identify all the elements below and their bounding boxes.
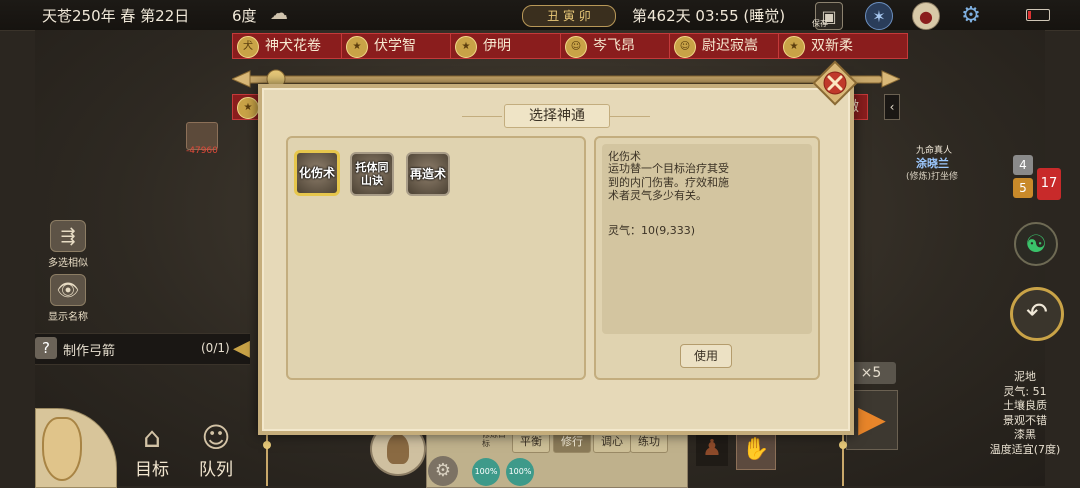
cultivation-settings-button[interactable]: ⚙ xyxy=(428,456,458,486)
character-name: 岑飞昂 xyxy=(593,38,635,54)
monk-icon xyxy=(387,434,409,464)
character-avatar: ☺ xyxy=(565,36,587,58)
skill-select-dialog: 选择神通 化伤术 托体同山诀 再造术 化伤术 运功替一个目标治疗其受到的内门伤害… xyxy=(258,84,854,435)
expand-arrow-icon[interactable]: ◀ xyxy=(233,336,250,361)
yin-yang-icon: ☯ xyxy=(1025,230,1047,258)
skill-description-panel: 化伤术 运功替一个目标治疗其受到的内门伤害。疗效和施术者灵气多少有关。 灵气：1… xyxy=(594,136,820,380)
game-date: 天苍250年 春 第22日 xyxy=(42,7,190,25)
character-avatar: ★ xyxy=(346,36,368,58)
character-name: 伏学智 xyxy=(374,38,416,54)
compass-icon: ✶ xyxy=(872,6,886,26)
gear-icon: ⚙ xyxy=(961,2,981,28)
skill-tuoti-tongshan[interactable]: 托体同山诀 xyxy=(350,152,394,196)
character-name: 尉迟寂嵩 xyxy=(702,38,758,54)
message-badge[interactable]: 17 xyxy=(1037,168,1061,200)
queue-label: 队列 xyxy=(199,460,233,480)
gourd-icon xyxy=(42,417,82,481)
tile-info-line: 泥地 xyxy=(1014,370,1036,383)
temperature: 6度 xyxy=(232,7,257,25)
save-label: 保存 xyxy=(812,19,828,28)
target-icon: ⌂ xyxy=(143,421,161,454)
undo-icon: ↶ xyxy=(1026,298,1048,328)
dialog-title: 选择神通 xyxy=(504,104,610,128)
map-button[interactable]: ✶ xyxy=(865,2,893,30)
character-avatar: ★ xyxy=(783,36,805,58)
palette-button[interactable]: ● xyxy=(912,2,940,30)
figure-icon: ♟ xyxy=(702,436,722,461)
skill-label: 托体同山诀 xyxy=(355,161,389,187)
skill-label: 再造术 xyxy=(409,166,446,181)
close-icon xyxy=(812,60,858,106)
character-avatar: ★ xyxy=(237,97,259,119)
disable-hand-button[interactable]: ✋ xyxy=(736,430,776,470)
play-icon: ▶ xyxy=(858,399,886,440)
skill-description: 运功替一个目标治疗其受到的内门伤害。疗效和施术者灵气多少有关。 xyxy=(608,162,729,202)
battery-icon xyxy=(1026,9,1050,21)
character-avatar: ★ xyxy=(455,36,477,58)
close-button[interactable] xyxy=(812,60,858,106)
collapse-chips-button[interactable]: ‹ xyxy=(884,94,900,120)
season-badge: 丑 寅 卯 xyxy=(522,5,616,27)
multi-select-label: 多选相似 xyxy=(48,258,88,269)
craft-count: (0/1) xyxy=(201,341,230,355)
skill-lingqi-cost: 灵气：10(9,333) xyxy=(608,224,696,237)
yin-yang-button[interactable]: ☯ xyxy=(1014,222,1058,266)
character-name: 伊明 xyxy=(483,38,511,54)
tile-info-line: 温度适宜(7度) xyxy=(989,442,1061,456)
figure-button[interactable]: ♟ xyxy=(696,432,728,466)
title-divider xyxy=(462,116,502,117)
help-button[interactable]: ? xyxy=(35,337,57,359)
skill-list-panel: 化伤术 托体同山诀 再造术 xyxy=(286,136,586,380)
character-chip[interactable]: ★ 双新柔 xyxy=(778,33,908,59)
day-time: 第462天 03:55 (睡觉) xyxy=(632,7,786,25)
eye-icon: 👁 xyxy=(50,274,86,306)
character-avatar: ☺ xyxy=(674,36,696,58)
item-count: -47960 xyxy=(186,146,218,156)
show-names-button[interactable]: 👁 显示名称 xyxy=(40,274,96,323)
use-button[interactable]: 使用 xyxy=(680,344,732,368)
tile-info: 泥地 灵气: 51 土壤良质 景观不错 漆黑 温度适宜(7度) xyxy=(975,370,1075,457)
hand-icon: ✋ xyxy=(742,437,770,462)
top-status-bar: 天苍250年 春 第22日 6度 ☁ 丑 寅 卯 第462天 03:55 (睡觉… xyxy=(0,0,1080,31)
craft-task-row[interactable]: ? 制作弓箭 (0/1) ◀ xyxy=(35,333,250,365)
message-badge[interactable]: 5 xyxy=(1013,178,1033,198)
target-label: 目标 xyxy=(135,460,169,480)
skill-heal-wound[interactable]: 化伤术 xyxy=(294,150,340,196)
character-chip[interactable]: ★ xyxy=(232,94,260,120)
settings-button[interactable]: ⚙ xyxy=(958,2,984,28)
tile-info-line: 漆黑 xyxy=(1014,428,1036,441)
target-button[interactable]: ⌂ 目标 xyxy=(132,421,172,480)
character-avatar: 犬 xyxy=(237,36,259,58)
skill-rebuild[interactable]: 再造术 xyxy=(406,152,450,196)
undo-button[interactable]: ↶ xyxy=(1010,287,1064,341)
cursor-icon: ⇶ xyxy=(50,220,86,252)
tile-info-line: 土壤良质 xyxy=(1003,399,1047,412)
gear-icon: ⚙ xyxy=(434,460,452,481)
gauge-badge: 100% xyxy=(506,458,534,486)
character-name: 双新柔 xyxy=(811,38,853,54)
show-names-label: 显示名称 xyxy=(48,312,88,323)
skill-label: 化伤术 xyxy=(298,165,335,180)
palette-icon: ● xyxy=(919,6,933,26)
message-badge[interactable]: 4 xyxy=(1013,155,1033,175)
character-name: 神犬花卷 xyxy=(265,38,321,54)
craft-label: 制作弓箭 xyxy=(63,344,116,359)
people-icon: ☺ xyxy=(201,421,231,454)
npc-status: (修炼)打坐修 xyxy=(906,172,959,182)
gauge-badge: 100% xyxy=(472,458,500,486)
title-divider xyxy=(610,116,650,117)
tile-info-line: 灵气: 51 xyxy=(1003,384,1047,398)
queue-button[interactable]: ☺ 队列 xyxy=(196,421,236,480)
weather-icon: ☁ xyxy=(270,3,288,24)
multi-select-button[interactable]: ⇶ 多选相似 xyxy=(40,220,96,269)
tile-info-line: 景观不错 xyxy=(1003,413,1047,427)
